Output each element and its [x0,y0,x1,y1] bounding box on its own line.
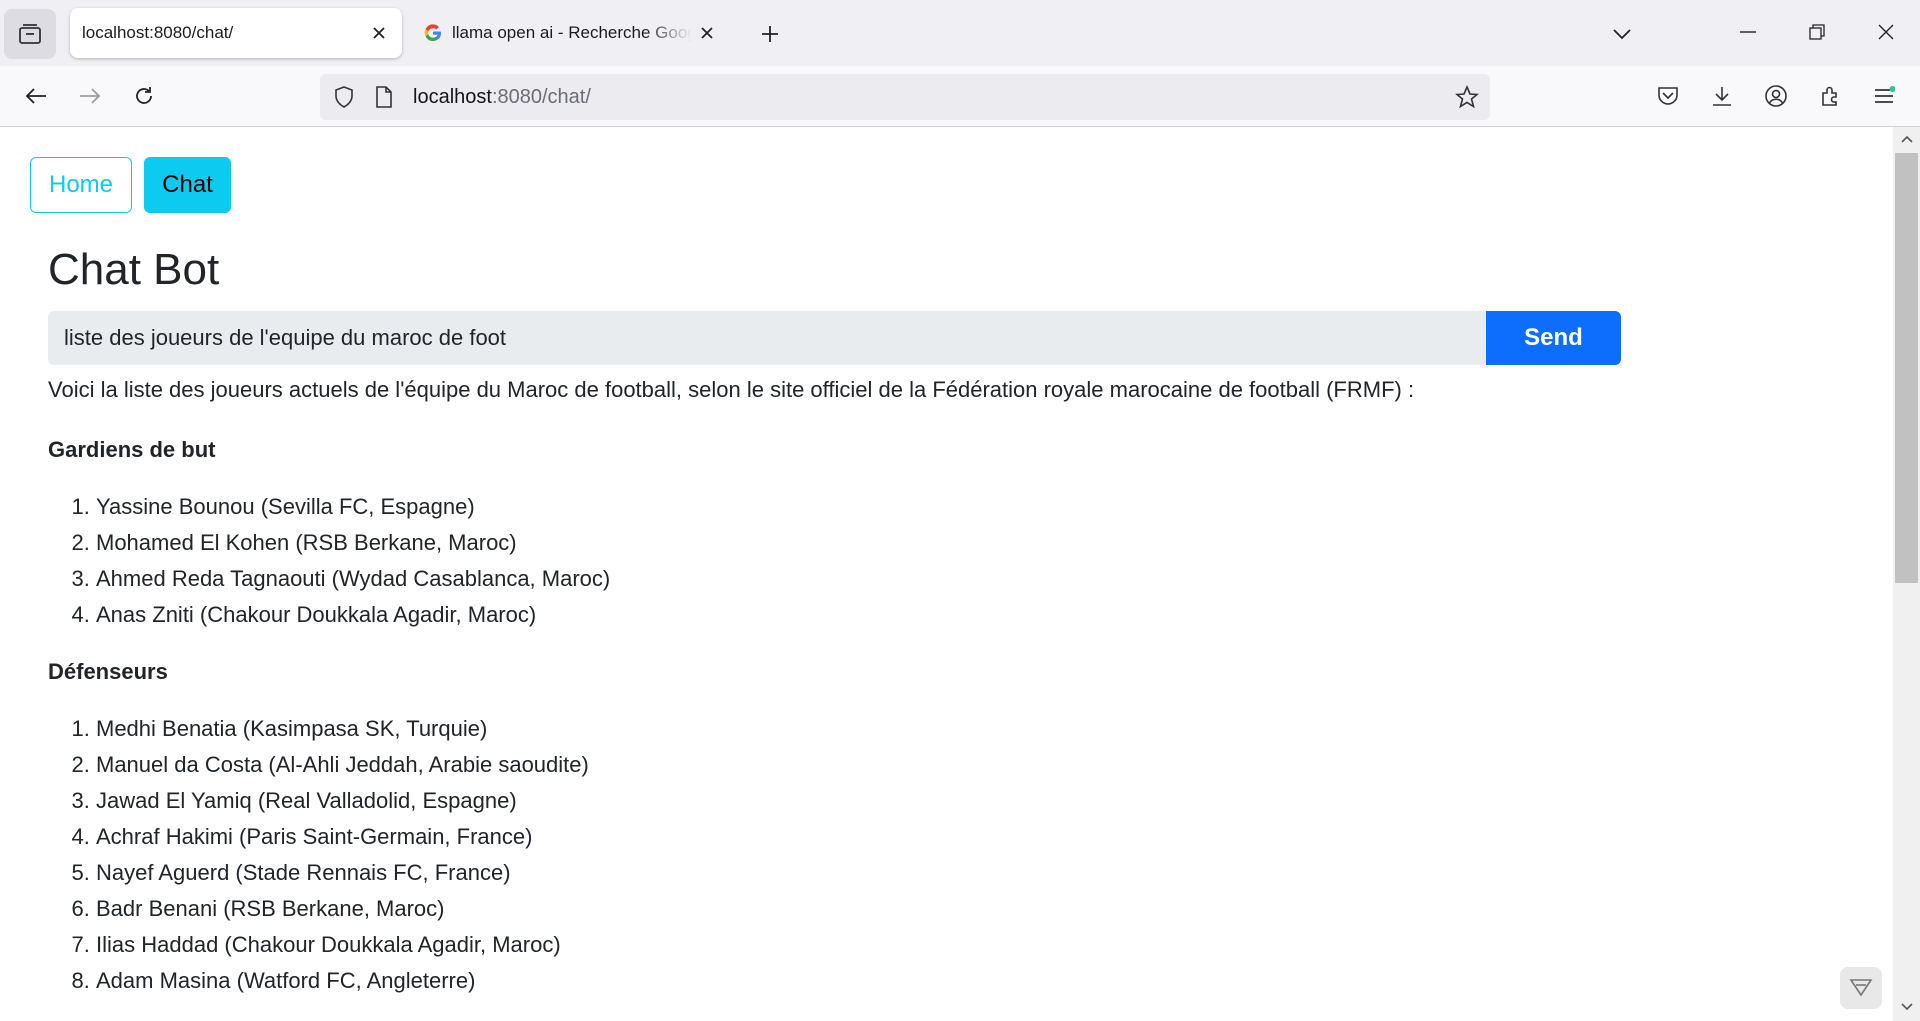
bot-answer: Voici la liste des joueurs actuels de l'… [48,375,1828,999]
section-heading-defenders: Défenseurs [48,659,168,684]
list-item: Mohamed El Kohen (RSB Berkane, Maroc) [96,525,1828,561]
url-path: :8080/chat/ [491,86,591,108]
shield-icon[interactable] [330,83,358,111]
nav-toolbar: localhost:8080/chat/ [0,66,1920,127]
scroll-thumb[interactable] [1895,153,1918,583]
goalkeepers-list: Yassine Bounou (Sevilla FC, Espagne) Moh… [48,489,1828,633]
section-heading-goalkeepers: Gardiens de but [48,437,216,462]
close-icon[interactable] [692,18,722,48]
google-icon [422,22,444,44]
scrollbar[interactable] [1893,127,1920,1021]
chat-button[interactable]: Chat [144,157,231,213]
back-icon[interactable] [18,78,54,114]
url-text: localhost:8080/chat/ [413,86,591,109]
extensions-icon[interactable] [1812,78,1848,114]
send-button[interactable]: Send [1486,311,1621,365]
window-close-icon[interactable] [1868,14,1904,50]
list-item: Badr Benani (RSB Berkane, Maroc) [96,891,1828,927]
tab-chat[interactable]: localhost:8080/chat/ [70,8,402,58]
list-item: Ahmed Reda Tagnaouti (Wydad Casablanca, … [96,561,1828,597]
list-item: Manuel da Costa (Al-Ahli Jeddah, Arabie … [96,747,1828,783]
defenders-list: Medhi Benatia (Kasimpasa SK, Turquie) Ma… [48,711,1828,999]
bookmark-star-icon[interactable] [1452,82,1482,112]
page-icon[interactable] [370,83,398,111]
download-icon[interactable] [1704,78,1740,114]
pocket-icon[interactable] [1650,78,1686,114]
list-item: Jawad El Yamiq (Real Valladolid, Espagne… [96,783,1828,819]
tab-list-icon[interactable] [4,9,56,59]
new-tab-icon[interactable] [752,16,788,52]
reload-icon[interactable] [126,78,162,114]
floating-action-icon[interactable] [1840,967,1882,1009]
chevron-down-icon[interactable] [1604,16,1640,52]
page-title: Chat Bot [48,245,220,294]
url-host: localhost [413,86,492,108]
list-item: Medhi Benatia (Kasimpasa SK, Turquie) [96,711,1828,747]
answer-intro: Voici la liste des joueurs actuels de l'… [48,377,1415,402]
url-bar[interactable]: localhost:8080/chat/ [320,74,1490,120]
list-item: Adam Masina (Watford FC, Angleterre) [96,963,1828,999]
menu-icon[interactable] [1866,78,1902,114]
forward-icon[interactable] [72,78,108,114]
list-item: Achraf Hakimi (Paris Saint-Germain, Fran… [96,819,1828,855]
tab-title: localhost:8080/chat/ [82,23,234,42]
list-item: Nayef Aguerd (Stade Rennais FC, France) [96,855,1828,891]
scroll-down-icon[interactable] [1899,999,1915,1015]
list-item: Yassine Bounou (Sevilla FC, Espagne) [96,489,1828,525]
tab-bar: localhost:8080/chat/ llama open ai - Rec… [0,0,1920,66]
page-content: Home Chat Chat Bot Send Voici la liste d… [0,127,1893,1021]
chat-input[interactable] [48,311,1486,365]
list-item: Anas Zniti (Chakour Doukkala Agadir, Mar… [96,597,1828,633]
tab-title: llama open ai - Recherche Google [452,23,692,42]
scroll-up-icon[interactable] [1899,131,1915,147]
tab-google-search[interactable]: llama open ai - Recherche Google [412,8,730,58]
list-item: Ilias Haddad (Chakour Doukkala Agadir, M… [96,927,1828,963]
restore-icon[interactable] [1799,14,1835,50]
close-icon[interactable] [364,18,394,48]
home-button[interactable]: Home [30,157,132,213]
minimize-icon[interactable] [1730,14,1766,50]
account-icon[interactable] [1758,78,1794,114]
